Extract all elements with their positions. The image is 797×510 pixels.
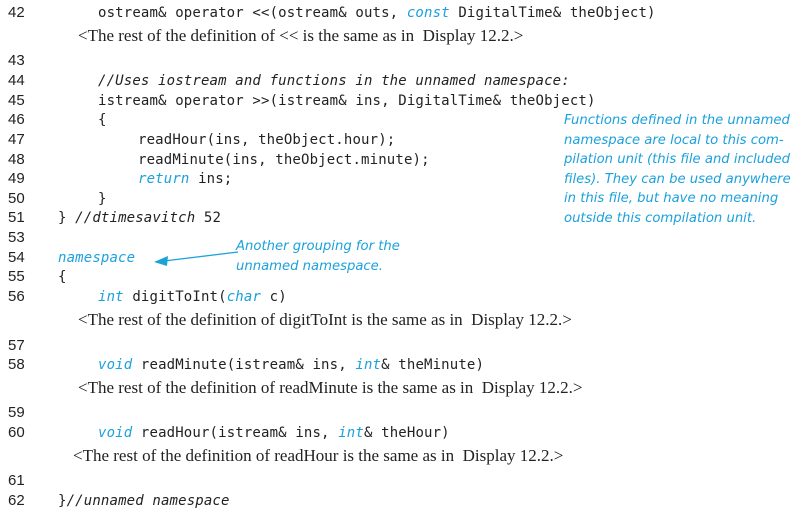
arrow-head-icon bbox=[154, 256, 168, 266]
annotation-arrow bbox=[154, 251, 239, 266]
arrow-line bbox=[163, 251, 239, 262]
